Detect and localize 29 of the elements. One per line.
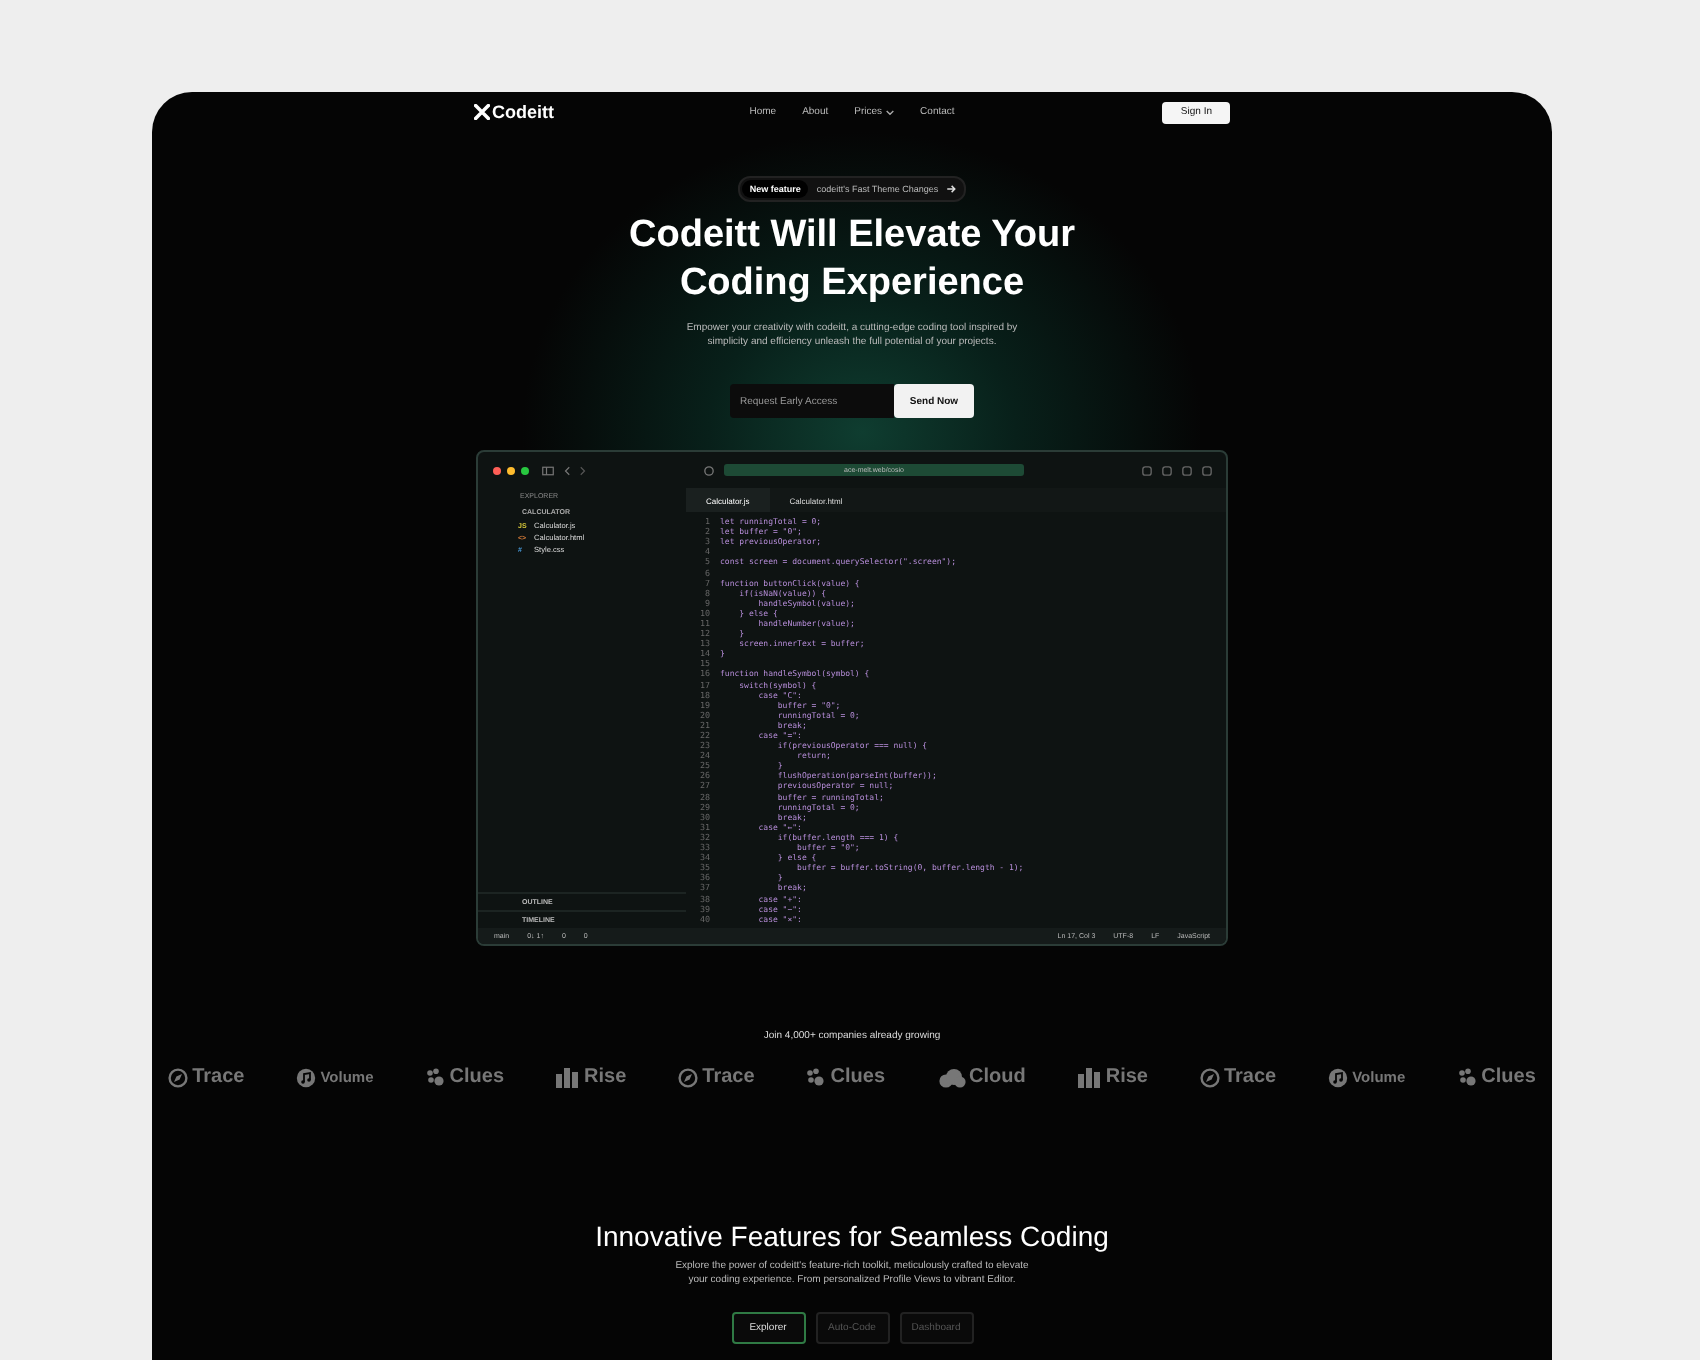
company-name: Clues: [1481, 1066, 1536, 1088]
company-name: Clues: [830, 1066, 886, 1088]
compass-icon: [678, 1067, 699, 1087]
compass-icon: [1199, 1067, 1220, 1087]
paw-icon: [1457, 1067, 1478, 1087]
back-icon[interactable]: [564, 465, 570, 475]
music-note-icon: [296, 1067, 317, 1087]
company-name: Trace: [192, 1066, 245, 1088]
building-icon: [1077, 1067, 1102, 1087]
cloud-icon: [937, 1067, 966, 1087]
paw-icon: [806, 1067, 827, 1087]
music-note-icon: [1328, 1067, 1349, 1087]
window-controls-icon: [492, 465, 532, 475]
hero-title: Codeitt Will Elevate Your Coding Experience: [629, 212, 1075, 308]
sidebar-toggle-icon[interactable]: [542, 465, 554, 475]
compass-icon: [168, 1067, 189, 1087]
arrow-right-icon: [946, 184, 957, 194]
features-title: Innovative Features for Seamless Coding: [595, 1220, 1109, 1252]
forward-icon[interactable]: [580, 465, 586, 475]
building-icon: [556, 1067, 581, 1087]
company-name: Trace: [702, 1066, 755, 1088]
paw-icon: [425, 1067, 446, 1087]
x-logo-icon: [474, 104, 490, 120]
company-name: Rise: [584, 1066, 627, 1088]
company-name: Cloud: [969, 1066, 1026, 1088]
company-name: Clues: [449, 1066, 505, 1088]
company-name: Trace: [1223, 1066, 1277, 1088]
company-name: Rise: [1105, 1066, 1148, 1088]
brand-name[interactable]: Codeitt: [492, 102, 554, 122]
